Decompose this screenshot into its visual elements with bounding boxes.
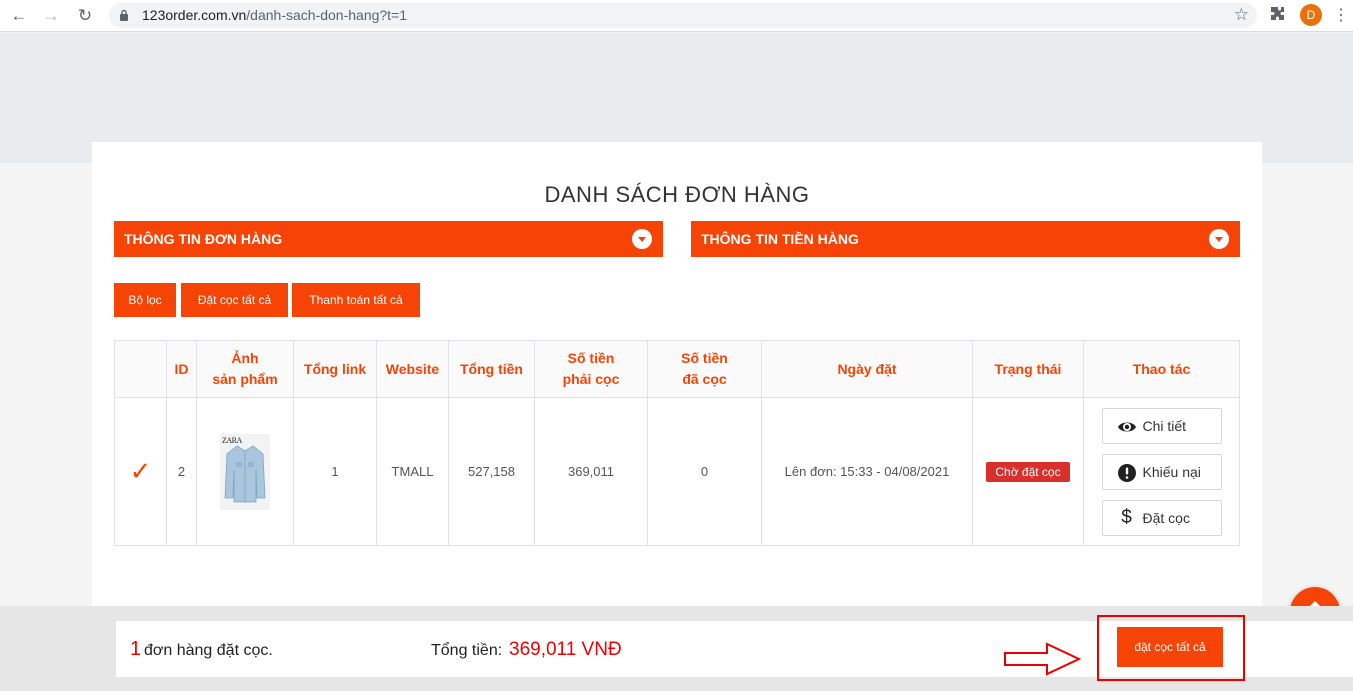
url-text: 123order.com.vn/danh-sach-don-hang?t=1 [142, 7, 407, 23]
col-image-line1: Ảnh [231, 350, 259, 366]
row-status-cell: Chờ đặt cọc [972, 397, 1084, 546]
deposit-all-bottom-button[interactable]: đặt cọc tất cả [1117, 627, 1223, 667]
detail-button[interactable]: Chi tiết [1101, 407, 1222, 444]
accordion-payment-info[interactable]: THÔNG TIN TIỀN HÀNG [691, 221, 1240, 257]
chevron-down-icon [1209, 229, 1229, 249]
exclamation-icon [1117, 463, 1136, 482]
row-actions-cell: Chi tiết Khiếu nại $ Đặt cọc [1083, 397, 1240, 546]
order-list-card: DANH SÁCH ĐƠN HÀNG THÔNG TIN ĐƠN HÀNG TH… [92, 142, 1262, 607]
back-icon[interactable]: ← [8, 6, 30, 26]
row-id: 2 [166, 397, 197, 546]
col-image-line2: sản phẩm [212, 371, 278, 387]
col-image: Ảnh sản phẩm [196, 340, 294, 398]
col-deposit-due-line2: phải cọc [562, 371, 620, 387]
row-total-link: 1 [293, 397, 377, 546]
filter-button[interactable]: Bộ lọc [114, 283, 176, 317]
dollar-icon: $ [1121, 506, 1132, 528]
col-total-amount: Tổng tiền [448, 340, 535, 398]
row-select-cell[interactable]: ✓ [114, 397, 167, 546]
deposit-button[interactable]: $ Đặt cọc [1101, 499, 1222, 536]
row-image-cell: ZARA [196, 397, 294, 546]
order-count: 1 [130, 638, 142, 660]
deposit-all-button[interactable]: Đặt cọc tất cả [181, 283, 288, 317]
pointer-arrow-icon [1004, 642, 1082, 676]
lock-icon [120, 9, 128, 21]
accordion-payment-info-label: THÔNG TIN TIỀN HÀNG [701, 231, 859, 247]
row-order-date: Lên đơn: 15:33 - 04/08/2021 [761, 397, 973, 546]
reload-icon[interactable]: ↻ [74, 6, 96, 26]
chevron-down-icon [632, 229, 652, 249]
col-deposited: Số tiền đã cọc [647, 340, 762, 398]
row-website: TMALL [376, 397, 449, 546]
url-host: 123order.com.vn [142, 7, 247, 23]
table-row: ✓ 2 ZARA 1 TMALL 527,158 369,011 0 Lên đ… [114, 397, 1240, 546]
profile-avatar[interactable]: D [1300, 4, 1322, 26]
forward-icon[interactable]: → [40, 6, 62, 26]
col-id: ID [166, 340, 197, 398]
denim-jacket-image [224, 445, 266, 502]
total-value: 369,011 VNĐ [509, 639, 622, 660]
order-count-text: đơn hàng đặt cọc. [144, 642, 273, 659]
status-badge: Chờ đặt cọc [986, 461, 1070, 482]
col-total-link: Tổng link [293, 340, 377, 398]
page-title: DANH SÁCH ĐƠN HÀNG [544, 182, 810, 207]
detail-button-label: Chi tiết [1142, 417, 1187, 434]
browser-menu-icon[interactable]: ⋮ [1333, 5, 1349, 25]
product-brand: ZARA [222, 435, 242, 445]
col-select [114, 340, 167, 398]
url-path: /danh-sach-don-hang?t=1 [246, 7, 408, 23]
col-website: Website [376, 340, 449, 398]
browser-toolbar: ← → ↻ 123order.com.vn/danh-sach-don-hang… [0, 0, 1353, 32]
checkmark-icon[interactable]: ✓ [130, 456, 152, 486]
complaint-button-label: Khiếu nại [1142, 463, 1201, 480]
total-label: Tổng tiền: [431, 642, 503, 659]
col-status: Trạng thái [972, 340, 1084, 398]
col-deposit-due-line1: Số tiền [567, 350, 615, 366]
deposit-button-label: Đặt cọc [1142, 509, 1190, 526]
bookmark-star-icon[interactable]: ☆ [1234, 5, 1249, 25]
col-actions: Thao tác [1083, 340, 1240, 398]
col-deposited-line2: đã cọc [682, 371, 727, 387]
address-bar[interactable]: 123order.com.vn/danh-sach-don-hang?t=1 ☆ [109, 3, 1257, 28]
col-order-date: Ngày đặt [761, 340, 973, 398]
extensions-puzzle-icon[interactable] [1269, 6, 1285, 22]
pay-all-button[interactable]: Thanh toán tất cả [292, 283, 420, 317]
row-total-amount: 527,158 [448, 397, 535, 546]
row-deposited: 0 [647, 397, 762, 546]
eye-icon [1117, 422, 1136, 431]
accordion-order-info-label: THÔNG TIN ĐƠN HÀNG [124, 231, 283, 247]
col-deposit-due: Số tiền phải cọc [534, 340, 648, 398]
table-header-row: ID Ảnh sản phẩm Tổng link Website Tổng ti… [114, 340, 1240, 398]
product-thumbnail[interactable]: ZARA [220, 433, 270, 510]
col-deposited-line1: Số tiền [681, 350, 728, 366]
complaint-button[interactable]: Khiếu nại [1101, 453, 1222, 490]
row-deposit-due: 369,011 [534, 397, 648, 546]
orders-table: ID Ảnh sản phẩm Tổng link Website Tổng ti… [114, 340, 1240, 546]
accordion-order-info[interactable]: THÔNG TIN ĐƠN HÀNG [114, 221, 663, 257]
